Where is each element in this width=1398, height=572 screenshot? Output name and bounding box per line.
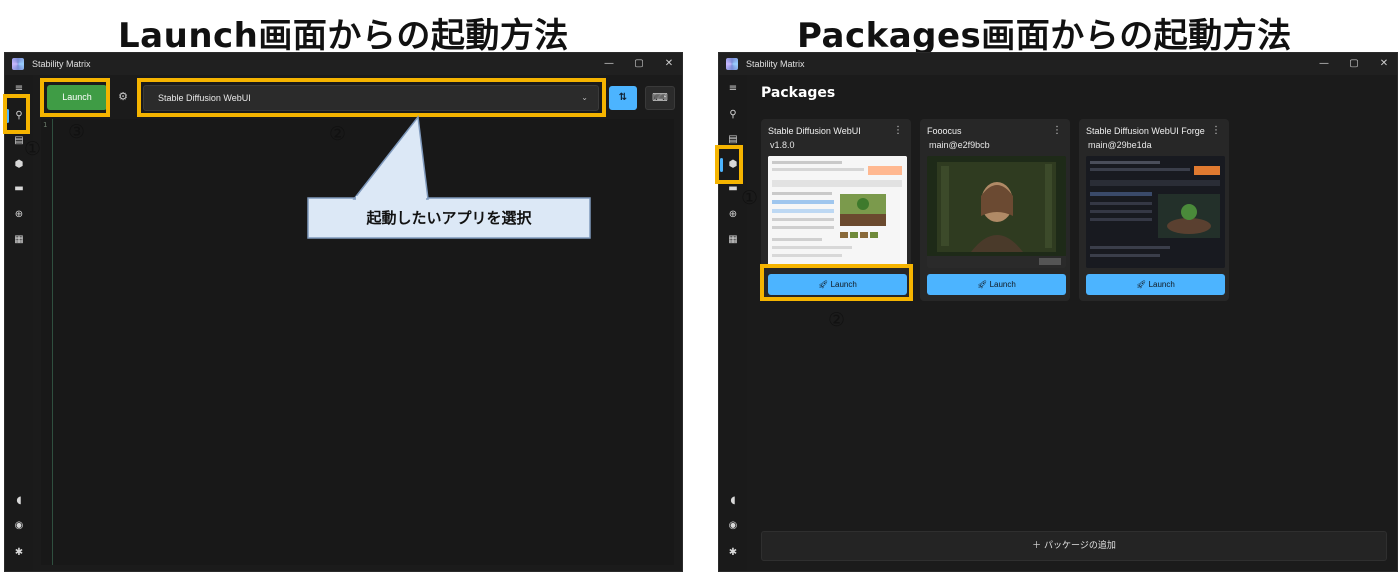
highlight-launch-button bbox=[40, 78, 110, 117]
minimize-icon[interactable]: — bbox=[1309, 53, 1339, 75]
console-output[interactable]: 1 bbox=[41, 119, 674, 565]
package-preview-image bbox=[768, 156, 907, 268]
add-package-button[interactable]: ＋ パッケージの追加 bbox=[761, 531, 1387, 561]
maximize-icon[interactable]: ▢ bbox=[1339, 53, 1369, 75]
package-card-stable-diffusion-webui-forge: Stable Diffusion WebUI Forge main@29be1d… bbox=[1079, 119, 1229, 301]
packages-window: Stability Matrix — ▢ ✕ ≡ ⚲ ▤ ⬢ ▬ ⊕ ▦ ◖ ◉… bbox=[718, 52, 1398, 572]
sidebar-item-extensions-icon[interactable]: ▦ bbox=[11, 232, 27, 248]
step-number-1: ① bbox=[24, 138, 42, 160]
highlight-package-select bbox=[137, 78, 606, 117]
sidebar-item-model-browser-icon[interactable]: ⊕ bbox=[725, 207, 741, 223]
package-preview-image bbox=[1086, 156, 1225, 268]
step-number-2: ② bbox=[329, 123, 347, 145]
minimize-icon[interactable]: — bbox=[594, 53, 624, 75]
highlight-packages-sidebar bbox=[715, 145, 743, 184]
close-icon[interactable]: ✕ bbox=[1369, 53, 1397, 75]
sidebar-item-extensions-icon[interactable]: ▦ bbox=[725, 232, 741, 248]
heading-packages-method: Packages画面からの起動方法 bbox=[797, 16, 1292, 56]
launch-page: Launch ⚙ Stable Diffusion WebUI ⌄ ⇅ ⌨ 1 bbox=[33, 75, 682, 571]
settings-icon[interactable]: ✱ bbox=[11, 545, 27, 561]
highlight-launch-sidebar bbox=[3, 94, 30, 134]
callout-text: 起動したいアプリを選択 bbox=[366, 209, 532, 227]
sidebar-item-launch-icon[interactable]: ⚲ bbox=[725, 107, 741, 123]
launch-button[interactable]: 🚀︎ Launch bbox=[1086, 274, 1225, 295]
package-card-fooocus: Fooocus main@e2f9bcb ⋮ 🚀︎ Launch bbox=[920, 119, 1070, 301]
rocket-icon: 🚀︎ bbox=[977, 280, 990, 289]
heading-launch-method: Launch画面からの起動方法 bbox=[118, 16, 569, 56]
sort-icon[interactable]: ⇅ bbox=[609, 86, 637, 110]
title-bar: Stability Matrix — ▢ ✕ bbox=[719, 53, 1397, 75]
more-options-icon[interactable]: ⋮ bbox=[1052, 125, 1062, 136]
keyboard-icon[interactable]: ⌨ bbox=[645, 86, 675, 110]
rocket-icon: 🚀︎ bbox=[1136, 280, 1149, 289]
package-name: Stable Diffusion WebUI Forge bbox=[1086, 126, 1205, 136]
package-version: main@e2f9bcb bbox=[929, 140, 990, 150]
app-logo-icon bbox=[726, 58, 738, 70]
forge-preview-illustration bbox=[1086, 156, 1225, 268]
webui-preview-illustration bbox=[768, 156, 907, 268]
launch-options-gear-icon[interactable]: ⚙ bbox=[113, 87, 133, 107]
package-version: main@29be1da bbox=[1088, 140, 1152, 150]
package-name: Fooocus bbox=[927, 126, 962, 136]
package-preview-image bbox=[927, 156, 1066, 268]
sidebar-item-checkpoints-icon[interactable]: ▬ bbox=[11, 181, 27, 197]
discord-icon[interactable]: ◉ bbox=[11, 518, 27, 534]
app-logo-icon bbox=[12, 58, 24, 70]
step-number-3: ③ bbox=[68, 121, 86, 143]
launch-button[interactable]: 🚀︎ Launch bbox=[927, 274, 1066, 295]
title-bar: Stability Matrix — ▢ ✕ bbox=[5, 53, 682, 75]
app-title: Stability Matrix bbox=[32, 59, 91, 69]
fooocus-preview-illustration bbox=[927, 156, 1066, 268]
sidebar-item-model-browser-icon[interactable]: ⊕ bbox=[11, 207, 27, 223]
console-gutter: 1 bbox=[41, 119, 53, 565]
highlight-card-launch-button bbox=[760, 264, 913, 301]
patreon-icon[interactable]: ◖ bbox=[725, 493, 741, 509]
settings-icon[interactable]: ✱ bbox=[725, 545, 741, 561]
launch-label: Launch bbox=[1148, 280, 1175, 289]
app-title: Stability Matrix bbox=[746, 59, 805, 69]
more-options-icon[interactable]: ⋮ bbox=[1211, 125, 1221, 136]
maximize-icon[interactable]: ▢ bbox=[624, 53, 654, 75]
step-number-1: ① bbox=[741, 187, 759, 209]
close-icon[interactable]: ✕ bbox=[654, 53, 682, 75]
console-line-number: 1 bbox=[43, 121, 48, 129]
patreon-icon[interactable]: ◖ bbox=[11, 493, 27, 509]
page-title: Packages bbox=[761, 85, 836, 101]
step-number-2: ② bbox=[828, 309, 846, 331]
launch-label: Launch bbox=[989, 280, 1016, 289]
hamburger-menu-icon[interactable]: ≡ bbox=[725, 81, 741, 97]
discord-icon[interactable]: ◉ bbox=[725, 518, 741, 534]
more-options-icon[interactable]: ⋮ bbox=[893, 125, 903, 136]
package-version: v1.8.0 bbox=[770, 140, 795, 150]
package-name: Stable Diffusion WebUI bbox=[768, 126, 861, 136]
